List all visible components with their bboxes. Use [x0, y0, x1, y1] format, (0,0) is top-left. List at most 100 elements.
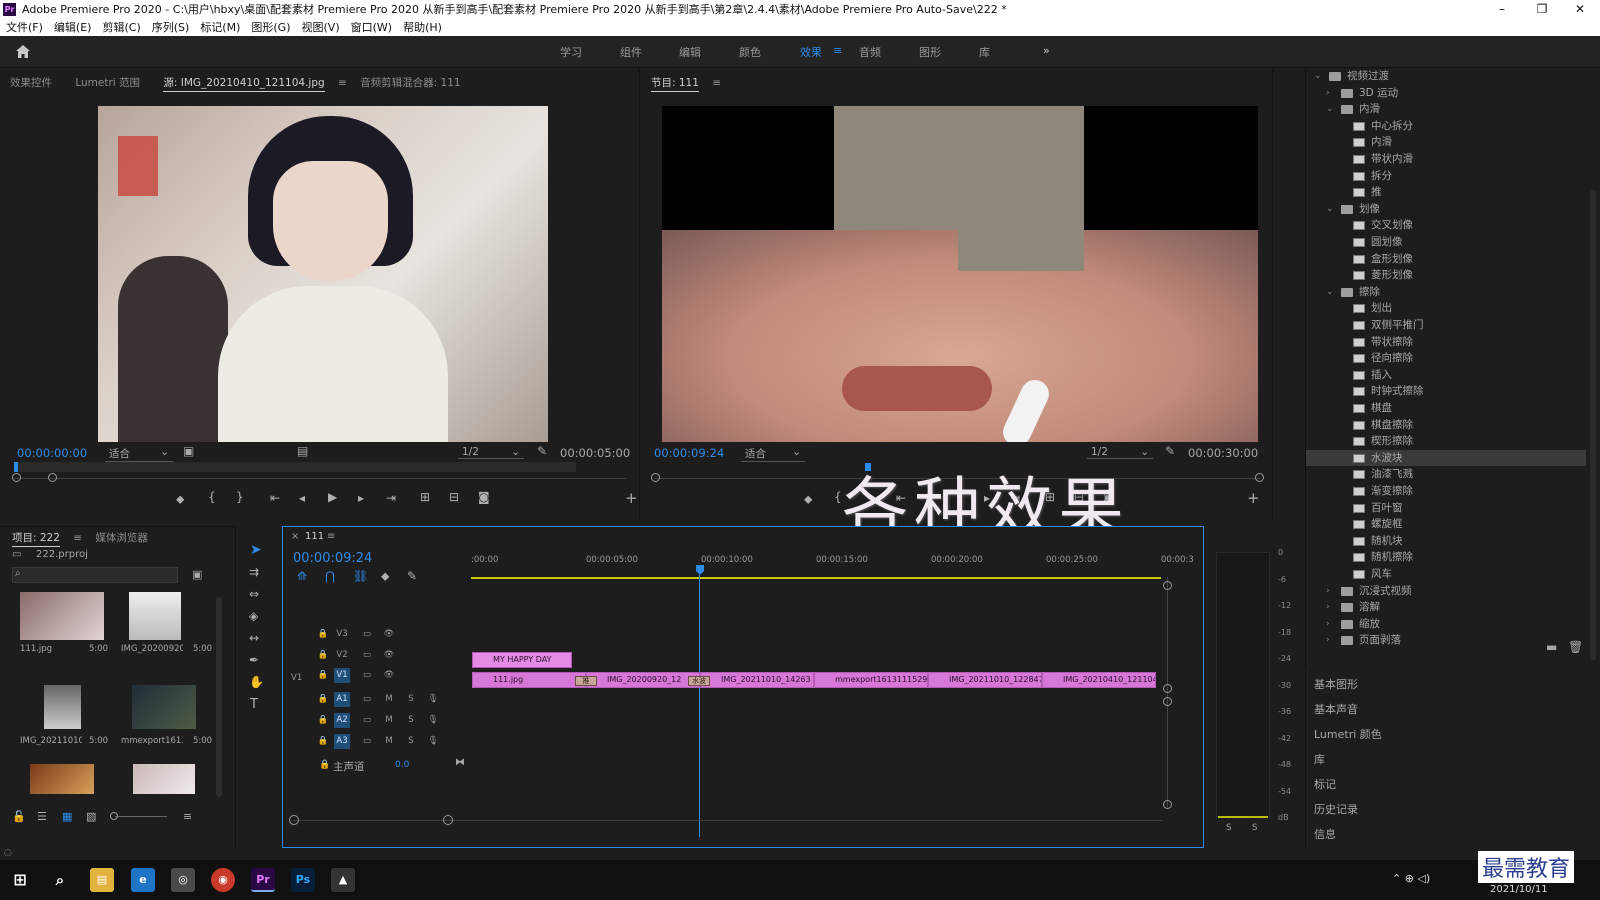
chrome-icon[interactable]: ◉ [211, 868, 235, 892]
chevron-right-icon[interactable]: › [1326, 85, 1330, 101]
timeline-playhead-line[interactable] [699, 575, 700, 837]
effect-tree-item[interactable]: 圆划像 [1306, 234, 1586, 250]
effect-tree-item[interactable]: 中心拆分 [1306, 118, 1586, 134]
tab-media-browser[interactable]: 媒体浏览器 [95, 532, 148, 544]
new-folder-icon[interactable]: ▬ [1546, 640, 1557, 654]
premiere-taskbar-icon[interactable]: Pr [251, 868, 275, 892]
edge-icon[interactable]: e [131, 868, 155, 892]
v1-source-patch[interactable]: V1 [291, 671, 309, 686]
new-bin-icon[interactable]: ▣ [192, 568, 202, 581]
effect-tree-item[interactable]: 菱形划像 [1306, 267, 1586, 283]
thumbnail-img-20211010[interactable] [44, 685, 81, 729]
menu-view[interactable]: 视图(V) [302, 21, 340, 34]
effect-tree-item[interactable]: 棋盘 [1306, 400, 1586, 416]
list-view-icon[interactable]: ☰ [37, 810, 47, 823]
solo-left[interactable]: S [1226, 823, 1231, 833]
mute-button[interactable]: M [381, 734, 397, 749]
work-area-bar[interactable] [471, 577, 1161, 579]
go-to-out-icon[interactable]: ⇥ [386, 491, 396, 505]
thumbnail-food[interactable] [30, 764, 94, 794]
hscroll-handle-left[interactable] [289, 815, 299, 825]
effect-tree-item[interactable]: 拆分 [1306, 168, 1586, 184]
tab-menu-icon[interactable]: ≡ [73, 532, 82, 544]
effect-tree-item[interactable]: 盒形划像 [1306, 251, 1586, 267]
track-label-v3[interactable]: V3 [334, 627, 350, 642]
lock-icon[interactable]: 🔒 [315, 668, 331, 683]
photoshop-taskbar-icon[interactable]: Ps [291, 868, 315, 892]
source-zoom-bar[interactable] [14, 478, 626, 479]
effect-tree-item[interactable]: 螺旋框 [1306, 516, 1586, 532]
effect-tree-item[interactable]: ⌄ 擦除 [1306, 284, 1586, 300]
hand-tool-icon[interactable]: ✋ [249, 675, 264, 689]
mark-in-icon[interactable]: { [208, 490, 216, 504]
tab-project[interactable]: 项目: 222 [12, 532, 60, 547]
effect-tree-item[interactable]: 交叉划像 [1306, 217, 1586, 233]
hscroll-handle-right[interactable] [443, 815, 453, 825]
camera-icon[interactable]: ◙ [478, 490, 490, 504]
effect-tree-item[interactable]: 双侧平推门 [1306, 317, 1586, 333]
workspace-color[interactable]: 颜色 [739, 44, 761, 60]
source-zoom-handle-right[interactable] [48, 473, 57, 482]
tab-audio-mixer[interactable]: 音频剪辑混合器: 111 [360, 77, 460, 89]
clip-v1-3[interactable]: IMG_20211010_14263 [700, 672, 814, 688]
effect-tree-item[interactable]: › 缩放 [1306, 616, 1586, 632]
tab-menu-icon[interactable]: ≡ [338, 77, 347, 89]
lock-icon[interactable]: 🔒 [315, 627, 331, 642]
title-clip-v2[interactable]: MY HAPPY DAY [472, 652, 572, 668]
program-zoom-handle-left[interactable] [651, 473, 660, 482]
tab-source[interactable]: 源: IMG_20210410_121104.jpg [163, 77, 325, 92]
insert-icon[interactable]: ⊞ [420, 490, 430, 504]
panel-markers[interactable]: 标记 [1314, 776, 1336, 792]
safe-margins-icon[interactable]: ▣ [183, 444, 194, 458]
sync-lock-icon[interactable]: ▭ [359, 627, 375, 642]
panel-lumetri-color[interactable]: Lumetri 颜色 [1314, 726, 1382, 742]
chevron-down-icon[interactable]: ⌄ [1326, 284, 1334, 300]
track-label-a2[interactable]: A2 [334, 713, 350, 728]
add-marker-icon[interactable]: ⬥ [381, 569, 389, 584]
source-scrub-bar[interactable] [14, 462, 576, 472]
workspace-libraries[interactable]: 库 [979, 44, 990, 60]
effect-tree-item[interactable]: 渐变擦除 [1306, 483, 1586, 499]
panel-essential-sound[interactable]: 基本声音 [1314, 701, 1358, 717]
type-tool-icon[interactable]: T [250, 697, 258, 712]
panel-info[interactable]: 信息 [1314, 826, 1336, 842]
app-icon[interactable]: ◎ [171, 868, 195, 892]
go-to-in-icon[interactable]: ⇤ [270, 491, 280, 505]
source-fit-select[interactable]: 适合 ⌄ [105, 446, 173, 462]
effects-scrollbar[interactable] [1590, 190, 1596, 660]
effect-tree-item[interactable]: 油漆飞溅 [1306, 466, 1586, 482]
workspace-graphics[interactable]: 图形 [919, 44, 941, 60]
project-scrollbar[interactable] [216, 597, 222, 797]
timeline-settings-icon[interactable]: ✎ [407, 569, 417, 583]
lock-icon[interactable]: 🔒 [319, 760, 330, 770]
effect-tree-item[interactable]: › 溶解 [1306, 599, 1586, 615]
thumbnail-img-20200920[interactable] [129, 592, 181, 640]
menu-clip[interactable]: 剪辑(C) [102, 21, 140, 34]
wrench-icon[interactable]: ✎ [1165, 444, 1175, 458]
nest-icon[interactable]: ⟰ [297, 569, 307, 583]
sync-lock-icon[interactable]: ▭ [359, 648, 375, 663]
delete-icon[interactable]: 🗑 [1568, 640, 1583, 654]
solo-right[interactable]: S [1252, 823, 1257, 833]
transition-water[interactable]: 水波 [688, 676, 710, 686]
chevron-right-icon[interactable]: › [1326, 632, 1330, 648]
project-search-input[interactable] [12, 567, 178, 583]
export-frame-settings-icon[interactable]: ▤ [297, 444, 308, 458]
mark-out-icon[interactable]: } [236, 490, 244, 504]
sync-lock-icon[interactable]: ▭ [359, 668, 375, 683]
sync-lock-icon[interactable]: ▭ [359, 734, 375, 749]
effect-tree-item[interactable]: 径向擦除 [1306, 350, 1586, 366]
solo-button[interactable]: S [403, 713, 419, 728]
icon-view-icon[interactable]: ▦ [62, 810, 72, 823]
workspace-editing[interactable]: 编辑 [679, 44, 701, 60]
chevron-right-icon[interactable]: › [1326, 583, 1330, 599]
transition-push[interactable]: 推 [575, 676, 597, 686]
program-timecode[interactable]: 00:00:09:24 [654, 446, 724, 460]
timeline-close-icon[interactable]: × [291, 531, 299, 542]
add-marker-icon[interactable]: ⬥ [804, 492, 812, 507]
tab-effect-controls[interactable]: 效果控件 [10, 77, 52, 89]
effect-tree-item[interactable]: 带状擦除 [1306, 334, 1586, 350]
windows-start-icon[interactable]: ⊞ [8, 868, 32, 892]
track-label-a3[interactable]: A3 [334, 734, 350, 749]
effect-tree-item[interactable]: 推 [1306, 184, 1586, 200]
